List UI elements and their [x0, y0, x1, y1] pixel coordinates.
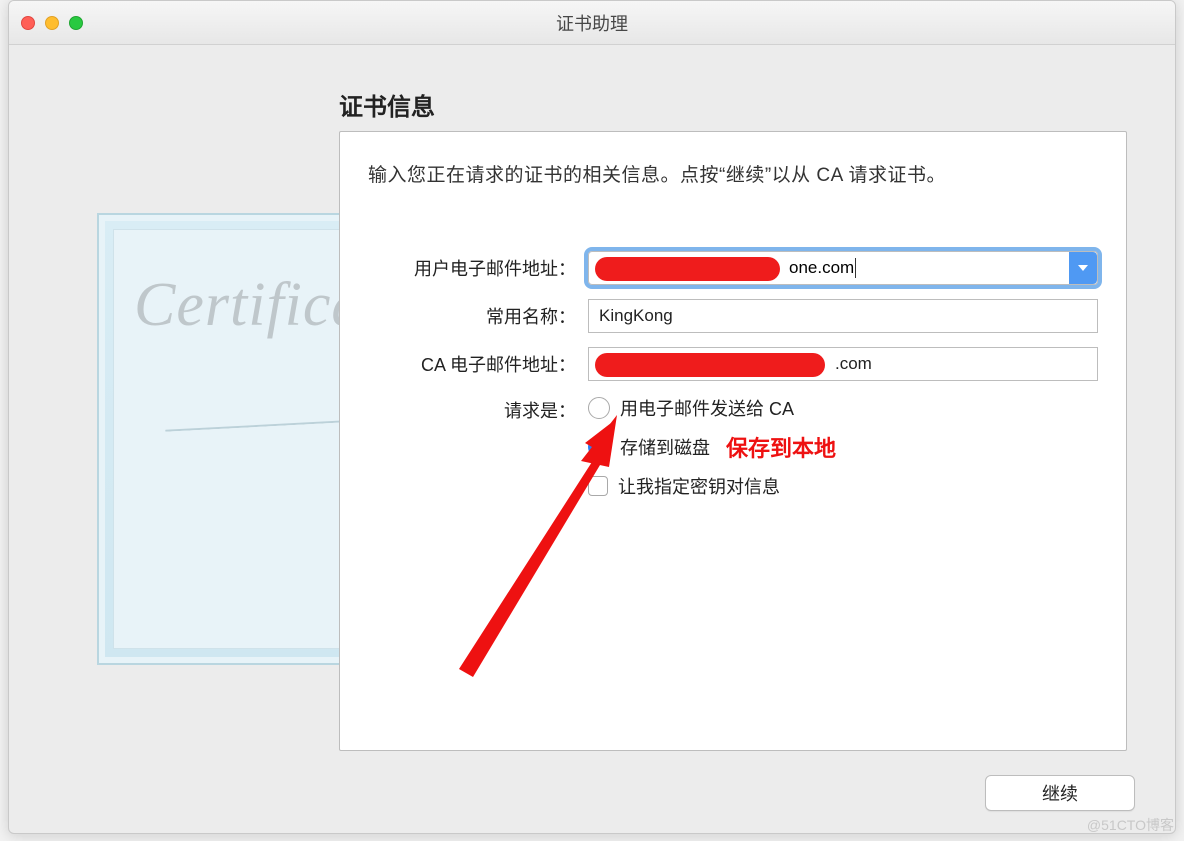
- user-email-combobox[interactable]: one.com: [588, 251, 1098, 285]
- panel-heading: 证书信息: [339, 87, 435, 122]
- continue-button[interactable]: 继续: [985, 775, 1135, 811]
- radio-email-to-ca-label: 用电子邮件发送给 CA: [620, 395, 794, 421]
- titlebar: 证书助理: [9, 1, 1175, 45]
- continue-button-label: 继续: [1042, 780, 1078, 806]
- common-name-label: 常用名称：: [368, 303, 588, 329]
- ca-email-input[interactable]: .com: [588, 347, 1098, 381]
- radio-save-to-disk[interactable]: [588, 436, 610, 458]
- close-icon[interactable]: [21, 16, 35, 30]
- combobox-chevron[interactable]: [1069, 252, 1097, 284]
- radio-save-to-disk-label: 存储到磁盘: [620, 434, 710, 460]
- checkbox-key-pair[interactable]: [588, 476, 608, 496]
- user-email-label: 用户电子邮件地址：: [368, 255, 588, 281]
- text-cursor: [855, 258, 856, 278]
- form-panel: 输入您正在请求的证书的相关信息。点按“继续”以从 CA 请求证书。 用户电子邮件…: [339, 131, 1127, 751]
- maximize-icon[interactable]: [69, 16, 83, 30]
- dialog-window: 证书助理 Certificate 证书信息: [8, 0, 1176, 834]
- instructions-text: 输入您正在请求的证书的相关信息。点按“继续”以从 CA 请求证书。: [368, 162, 1098, 191]
- redaction-bar: [595, 257, 780, 281]
- checkbox-key-pair-label: 让我指定密钥对信息: [618, 473, 780, 499]
- radio-email-to-ca[interactable]: [588, 397, 610, 419]
- ca-email-label: CA 电子邮件地址：: [368, 351, 588, 377]
- window-title: 证书助理: [9, 10, 1175, 36]
- content-area: Certificate 证书信息 输入您正在请求的证书的相关信息。点按“继续”以…: [9, 45, 1175, 833]
- request-is-label: 请求是：: [368, 395, 588, 423]
- annotation-save-local: 保存到本地: [726, 431, 836, 463]
- chevron-down-icon: [1077, 262, 1089, 274]
- redaction-bar: [595, 353, 825, 377]
- watermark-text: @51CTO博客: [1087, 815, 1174, 835]
- common-name-value: KingKong: [599, 306, 673, 326]
- traffic-lights: [21, 16, 83, 30]
- ca-email-visible-text: .com: [835, 354, 872, 374]
- minimize-icon[interactable]: [45, 16, 59, 30]
- common-name-input[interactable]: KingKong: [588, 299, 1098, 333]
- user-email-visible-text: one.com: [789, 258, 854, 278]
